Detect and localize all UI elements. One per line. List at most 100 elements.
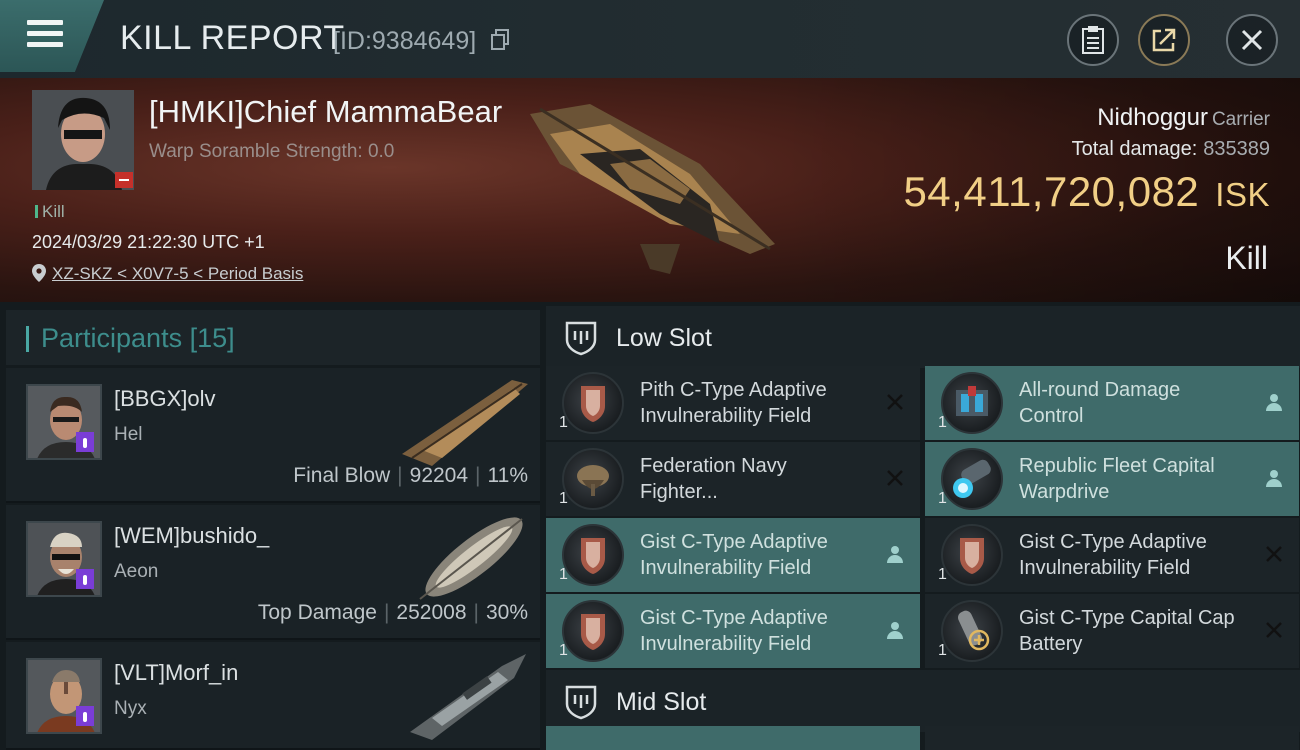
mid-slot-header: Mid Slot [546,670,1300,732]
participant-ship-image [402,380,528,466]
module-icon [941,448,1003,510]
fitting-slot[interactable]: 1 Gist C-Type Adaptive Invulnerability F… [546,594,920,668]
participant-name: [VLT]Morf_in [114,660,239,685]
location-link[interactable]: XZ-SKZ < X0V7-5 < Period Basis [32,264,303,284]
module-icon [562,524,624,586]
mid-slot-title: Mid Slot [616,688,707,716]
ship-name[interactable]: Nidhoggur [1097,104,1208,131]
total-damage-value: 835389 [1203,138,1270,160]
participant-stats: Top Damage | 252008 | 30% [257,601,528,624]
share-button[interactable] [1138,14,1190,66]
location-text: XZ-SKZ < X0V7-5 < Period Basis [52,264,304,283]
module-name: Gist C-Type Adaptive Invulnerability Fie… [640,607,828,655]
slot-quantity: 1 [938,414,947,431]
slot-quantity: 1 [938,490,947,507]
stat-label: Top Damage [257,601,377,624]
fitting-slot[interactable] [546,726,920,750]
stat-percent: 11% [487,464,528,487]
participant-row[interactable]: [BBGX]olv Hel Final Blow | 92204 | 11% [6,368,540,503]
person-icon [887,622,903,639]
module-name: Gist C-Type Adaptive Invulnerability Fie… [640,531,828,579]
isk-unit: ISK [1215,176,1270,213]
participant-row[interactable]: [VLT]Morf_in Nyx [6,642,540,750]
person-icon [1266,394,1282,411]
slot-quantity: 1 [938,566,947,583]
module-icon [562,448,624,510]
total-damage-label: Total damage: [1071,138,1198,160]
slot-quantity: 1 [559,414,568,431]
kill-result-label: Kill [1225,240,1268,276]
stat-damage: 92204 [409,464,469,487]
close-button[interactable] [1226,14,1278,66]
module-name: Gist C-Type Capital Cap Battery [1019,607,1235,655]
stat-percent: 30% [485,601,528,624]
fitting-slot[interactable]: 1 Gist C-Type Adaptive Invulnerability F… [925,518,1299,592]
destroyed-x-icon [887,470,903,486]
role-badge [76,432,94,452]
kill-tag: Kill [35,202,65,222]
fitting-slot[interactable]: 1 All-round Damage Control [925,366,1299,440]
victim-ship-image [530,104,775,274]
victim-name[interactable]: [HMKI]Chief MammaBear [149,94,502,130]
participants-header: Participants [15] [6,310,540,365]
module-name: Federation Navy Fighter... [640,455,787,503]
role-badge [76,706,94,726]
shield-icon [565,321,597,356]
isk-amount: 54,411,720,082 [903,168,1200,215]
page-title: KILL REPORT [120,19,345,57]
slot-quantity: 1 [559,490,568,507]
module-icon [562,600,624,662]
module-icon [562,372,624,434]
participant-name: [WEM]bushido_ [114,523,270,548]
low-slot-header: Low Slot [546,306,1300,368]
participant-stats: Final Blow | 92204 | 11% [293,464,528,487]
report-id: [ID:9384649] [333,27,477,55]
destroyed-x-icon [1266,622,1282,638]
participant-ship: Aeon [114,561,159,582]
participant-name: [BBGX]olv [114,386,216,411]
participants-panel: Participants [15] [BBGX]olv Hel Final Bl… [0,302,542,750]
low-slot-title: Low Slot [616,324,712,352]
fitting-slot[interactable]: 1 Republic Fleet Capital Warpdrive [925,442,1299,516]
share-icon [1152,28,1176,52]
fitting-slot[interactable]: 1 Gist C-Type Capital Cap Battery [925,594,1299,668]
module-name: Gist C-Type Adaptive Invulnerability Fie… [1019,531,1207,579]
location-pin-icon [32,264,46,282]
fitting-slot[interactable]: 1 Gist C-Type Adaptive Invulnerability F… [546,518,920,592]
participant-ship: Hel [114,424,143,445]
stat-label: Final Blow [293,464,391,487]
fitting-slot[interactable]: 1 Federation Navy Fighter... [546,442,920,516]
victim-summary: [HMKI]Chief MammaBear Warp Soramble Stre… [0,78,1300,302]
hamburger-menu-icon[interactable] [27,20,63,50]
destroyed-x-icon [1266,546,1282,562]
fitting-slot[interactable] [925,726,1299,750]
total-damage: Total damage: 835389 [1072,138,1270,161]
clipboard-button[interactable] [1067,14,1119,66]
victim-status-badge [115,172,133,188]
clipboard-icon [1082,26,1104,54]
module-icon [941,600,1003,662]
ship-class: Carrier [1211,109,1270,130]
person-icon [887,546,903,563]
kill-datetime: 2024/03/29 21:22:30 UTC +1 [32,232,265,252]
participant-ship: Nyx [114,698,147,719]
slot-quantity: 1 [938,642,947,659]
warp-scramble-strength: Warp Soramble Strength: 0.0 [149,141,395,162]
ship-info: Nidhoggur Carrier [1097,104,1270,132]
isk-value: 54,411,720,082 ISK [903,168,1270,216]
fitting-slot[interactable]: 1 Pith C-Type Adaptive Invulnerability F… [546,366,920,440]
participants-title: Participants [15] [41,323,235,353]
module-icon [941,372,1003,434]
destroyed-x-icon [887,394,903,410]
slot-quantity: 1 [559,566,568,583]
person-icon [1266,470,1282,487]
copy-icon[interactable] [490,29,510,51]
role-badge [76,569,94,589]
stat-damage: 252008 [396,601,467,624]
participant-row[interactable]: [WEM]bushido_ Aeon Top Damage | 252008 | 30% [6,505,540,640]
module-name: All-round Damage Control [1019,379,1181,427]
participant-ship-image [410,654,526,740]
fitting-panel: Low Slot 1 Pith C-Type Adaptive Invulner… [542,302,1300,750]
module-name: Republic Fleet Capital Warpdrive [1019,455,1215,503]
slot-quantity: 1 [559,642,568,659]
